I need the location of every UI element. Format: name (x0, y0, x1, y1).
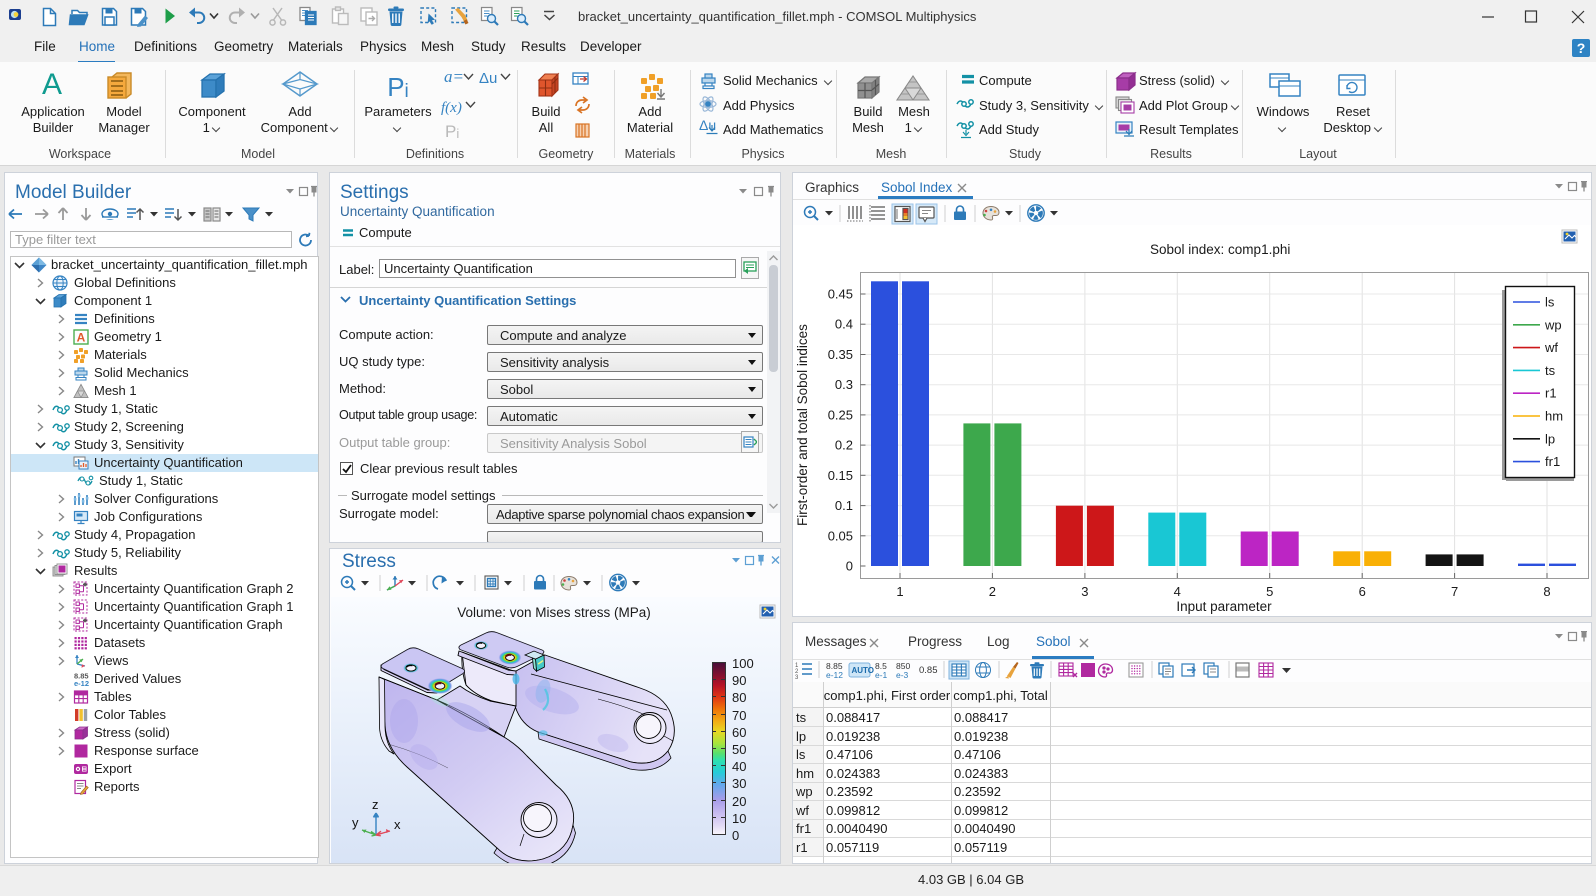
svg-text:e-3: e-3 (896, 670, 909, 680)
svg-text:2: 2 (989, 584, 996, 599)
svg-text:ts: ts (1545, 363, 1556, 378)
svg-text:Input parameter: Input parameter (1176, 599, 1272, 614)
svg-text:Pi: Pi (387, 72, 409, 102)
svg-text:Sobol index: comp1.phi: Sobol index: comp1.phi (1150, 242, 1290, 257)
svg-text:A: A (42, 68, 62, 101)
svg-text:Δu: Δu (699, 117, 716, 133)
svg-text:lp: lp (1545, 431, 1555, 446)
svg-text:wf: wf (1544, 340, 1558, 355)
svg-text:0.45: 0.45 (828, 287, 853, 302)
svg-text:r1: r1 (1545, 386, 1557, 401)
svg-text:A: A (77, 331, 86, 345)
svg-text:0.35: 0.35 (828, 347, 853, 362)
svg-text:f(x): f(x) (441, 100, 462, 116)
svg-text:Δu: Δu (479, 70, 497, 87)
svg-text:0.25: 0.25 (828, 407, 853, 422)
svg-text:y: y (352, 815, 359, 830)
svg-text:0.85: 0.85 (919, 665, 938, 676)
svg-text:3: 3 (1081, 584, 1088, 599)
svg-text:6: 6 (1359, 584, 1366, 599)
svg-text:fr1: fr1 (1545, 454, 1560, 469)
svg-text:First-order and total Sobol in: First-order and total Sobol indices (795, 324, 810, 526)
svg-text:4: 4 (1174, 584, 1181, 599)
svg-text:0.2: 0.2 (835, 438, 853, 453)
svg-text:e-12: e-12 (826, 670, 843, 680)
svg-text:0.1: 0.1 (835, 498, 853, 513)
svg-text:8: 8 (1543, 584, 1550, 599)
svg-text:0.15: 0.15 (828, 468, 853, 483)
svg-text:AUTO: AUTO (852, 666, 875, 675)
svg-text:hm: hm (1545, 409, 1563, 424)
svg-text:1: 1 (896, 584, 903, 599)
svg-text:x: x (394, 817, 401, 832)
svg-text:5: 5 (1266, 584, 1273, 599)
svg-text:e-12: e-12 (74, 679, 89, 688)
svg-text:ls: ls (1545, 295, 1555, 310)
svg-text:3: 3 (795, 675, 799, 681)
svg-text:0.3: 0.3 (835, 377, 853, 392)
svg-text:7: 7 (1451, 584, 1458, 599)
svg-text:0.4: 0.4 (835, 317, 853, 332)
svg-text:a=: a= (444, 67, 464, 86)
svg-text:Pi: Pi (445, 122, 459, 141)
svg-text:wp: wp (1544, 317, 1562, 332)
svg-text:0: 0 (846, 559, 853, 574)
svg-text:e-1: e-1 (875, 670, 888, 680)
svg-text:0.05: 0.05 (828, 528, 853, 543)
svg-text:z: z (372, 797, 379, 812)
